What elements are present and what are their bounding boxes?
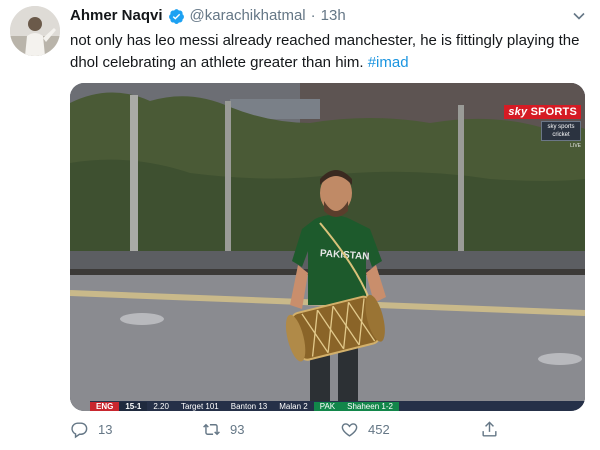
chevron-down-icon[interactable] bbox=[572, 9, 586, 23]
score: 15-1 bbox=[119, 401, 148, 411]
reply-count: 13 bbox=[98, 422, 113, 437]
display-name[interactable]: Ahmer Naqvi bbox=[70, 6, 163, 26]
verified-badge-icon bbox=[168, 8, 185, 25]
scoreboard-bar: ENG 15-1 2.20 Target 101 Banton 13 Malan… bbox=[90, 401, 585, 411]
like-button[interactable]: 452 bbox=[340, 420, 390, 439]
user-handle[interactable]: @karachikhatmal bbox=[190, 6, 306, 26]
tweet-actions: 13 93 452 bbox=[70, 420, 530, 446]
tweet-card[interactable]: Ahmer Naqvi @karachikhatmal · 13h not on… bbox=[0, 0, 600, 450]
bowler: Shaheen 1-2 bbox=[341, 401, 399, 411]
batting-team: ENG bbox=[90, 401, 120, 411]
batsman-1: Banton 13 bbox=[230, 401, 268, 411]
bowling-team: PAK bbox=[313, 401, 342, 411]
avatar-image bbox=[10, 6, 60, 56]
timestamp[interactable]: 13h bbox=[321, 6, 346, 26]
share-icon bbox=[482, 421, 497, 437]
score-detail: 2.20 bbox=[153, 401, 169, 411]
tweet-media[interactable]: PAKISTAN sky SPORTS sky sports cricket L… bbox=[70, 83, 585, 411]
reply-icon bbox=[71, 422, 88, 439]
retweet-icon bbox=[203, 423, 220, 436]
heart-icon bbox=[341, 423, 358, 437]
retweet-button[interactable]: 93 bbox=[202, 420, 244, 439]
tweet-body: not only has leo messi already reached m… bbox=[70, 32, 580, 71]
avatar[interactable] bbox=[10, 6, 60, 56]
live-tag: LIVE bbox=[570, 143, 581, 149]
reply-button[interactable]: 13 bbox=[70, 420, 112, 439]
batsman-2: Malan 2 bbox=[279, 401, 308, 411]
sky-cricket-logo: sky sports cricket bbox=[541, 121, 581, 141]
share-button[interactable] bbox=[480, 420, 499, 439]
tweet-header: Ahmer Naqvi @karachikhatmal · 13h bbox=[70, 6, 346, 26]
broadcaster-logo: sky SPORTS sky sports cricket LIVE bbox=[504, 105, 581, 149]
target: Target 101 bbox=[180, 401, 219, 411]
sky-sports-logo: sky SPORTS bbox=[504, 105, 581, 119]
tweet-text: not only has leo messi already reached m… bbox=[70, 30, 590, 74]
retweet-count: 93 bbox=[230, 422, 245, 437]
like-count: 452 bbox=[368, 422, 390, 437]
hashtag-link[interactable]: #imad bbox=[368, 54, 409, 71]
separator-dot: · bbox=[310, 7, 316, 24]
